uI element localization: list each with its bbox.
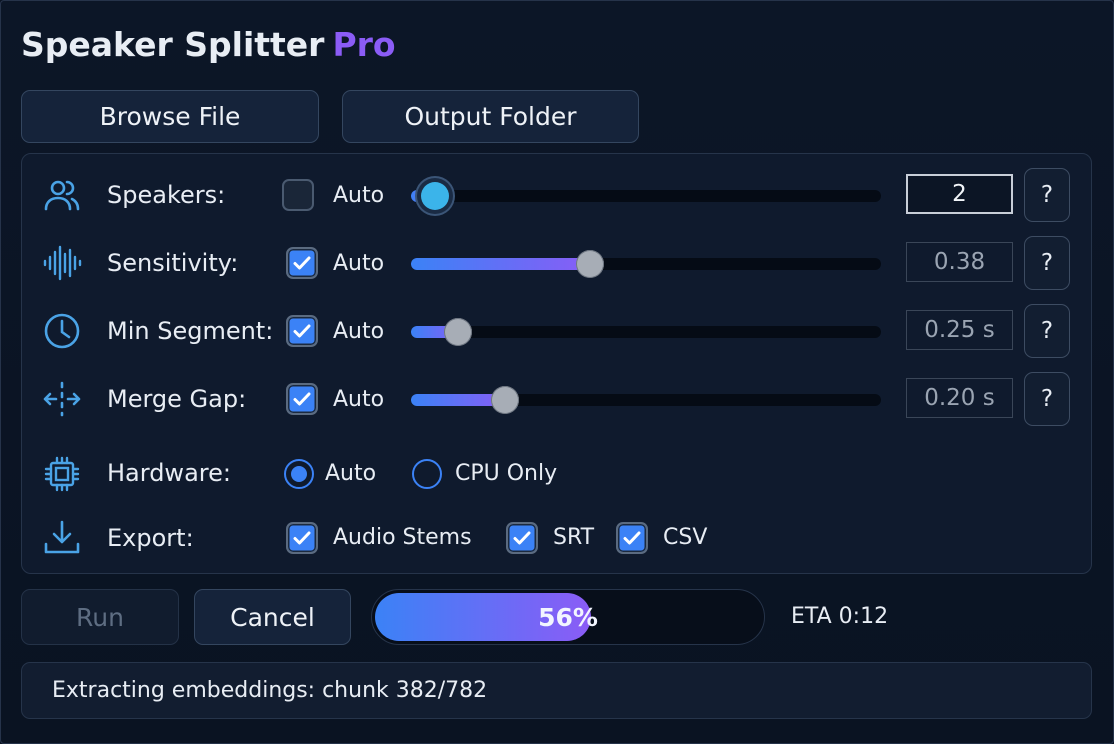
sensitivity-auto-checkbox[interactable] bbox=[286, 247, 318, 279]
speakers-value-field[interactable]: 2 bbox=[906, 174, 1013, 214]
pro-badge: Pro bbox=[332, 25, 396, 64]
speakers-slider-thumb[interactable] bbox=[420, 182, 449, 210]
min-segment-slider[interactable] bbox=[411, 318, 881, 346]
download-icon bbox=[42, 518, 82, 558]
eta-text: ETA 0:12 bbox=[791, 604, 889, 629]
export-csv-checkbox[interactable] bbox=[616, 522, 648, 554]
export-audio-stems-label: Audio Stems bbox=[333, 525, 472, 550]
sensitivity-value-field[interactable]: 0.38 bbox=[906, 242, 1013, 282]
hardware-auto-radio[interactable] bbox=[284, 459, 314, 489]
settings-panel: Speakers: Auto 2 ? Sensitivity: Auto 0.3… bbox=[21, 153, 1092, 574]
merge-arrows-icon bbox=[42, 379, 82, 419]
app-window: Speaker Splitter Pro Browse File Output F… bbox=[0, 0, 1114, 744]
hardware-cpu-only-radio[interactable] bbox=[412, 459, 442, 489]
run-button[interactable]: Run bbox=[21, 589, 179, 645]
progress-bar: 56% bbox=[371, 589, 765, 645]
min-segment-auto-label: Auto bbox=[333, 319, 385, 344]
speakers-auto-label: Auto bbox=[333, 183, 385, 208]
merge-gap-slider-thumb[interactable] bbox=[491, 386, 519, 414]
hardware-label: Hardware: bbox=[107, 459, 231, 487]
browse-file-button[interactable]: Browse File bbox=[21, 90, 319, 143]
min-segment-help-button[interactable]: ? bbox=[1024, 304, 1070, 358]
app-title-text: Speaker Splitter bbox=[21, 25, 325, 64]
export-csv-label: CSV bbox=[663, 525, 708, 550]
merge-gap-help-button[interactable]: ? bbox=[1024, 372, 1070, 426]
merge-gap-value-field[interactable]: 0.20 s bbox=[906, 378, 1013, 418]
users-icon bbox=[42, 175, 82, 215]
progress-percent: 56% bbox=[538, 602, 598, 632]
min-segment-slider-thumb[interactable] bbox=[444, 318, 472, 346]
speakers-auto-checkbox[interactable] bbox=[282, 179, 314, 211]
app-title: Speaker Splitter Pro bbox=[21, 25, 396, 64]
export-audio-stems-checkbox[interactable] bbox=[286, 522, 318, 554]
status-bar: Extracting embeddings: chunk 382/782 bbox=[21, 662, 1092, 719]
sensitivity-slider[interactable] bbox=[411, 250, 881, 278]
merge-gap-auto-label: Auto bbox=[333, 387, 385, 412]
min-segment-value-field[interactable]: 0.25 s bbox=[906, 310, 1013, 350]
export-srt-checkbox[interactable] bbox=[506, 522, 538, 554]
waveform-icon bbox=[42, 243, 82, 283]
min-segment-label: Min Segment: bbox=[107, 317, 274, 345]
hardware-auto-label: Auto bbox=[325, 461, 377, 486]
sensitivity-slider-fill bbox=[411, 258, 596, 270]
merge-gap-auto-checkbox[interactable] bbox=[286, 383, 318, 415]
chip-icon bbox=[42, 454, 82, 494]
clock-icon bbox=[42, 311, 82, 351]
speakers-label: Speakers: bbox=[107, 181, 226, 209]
sensitivity-label: Sensitivity: bbox=[107, 249, 239, 277]
speakers-slider[interactable] bbox=[411, 182, 881, 210]
merge-gap-label: Merge Gap: bbox=[107, 385, 247, 413]
sensitivity-slider-thumb[interactable] bbox=[575, 250, 604, 278]
sensitivity-auto-label: Auto bbox=[333, 251, 385, 276]
export-label: Export: bbox=[107, 524, 194, 552]
cancel-button[interactable]: Cancel bbox=[194, 589, 351, 645]
speakers-help-button[interactable]: ? bbox=[1024, 168, 1070, 222]
export-srt-label: SRT bbox=[553, 525, 595, 550]
output-folder-button[interactable]: Output Folder bbox=[342, 90, 639, 143]
hardware-cpu-only-label: CPU Only bbox=[455, 461, 558, 486]
sensitivity-help-button[interactable]: ? bbox=[1024, 236, 1070, 290]
min-segment-auto-checkbox[interactable] bbox=[286, 315, 318, 347]
merge-gap-slider[interactable] bbox=[411, 386, 881, 414]
